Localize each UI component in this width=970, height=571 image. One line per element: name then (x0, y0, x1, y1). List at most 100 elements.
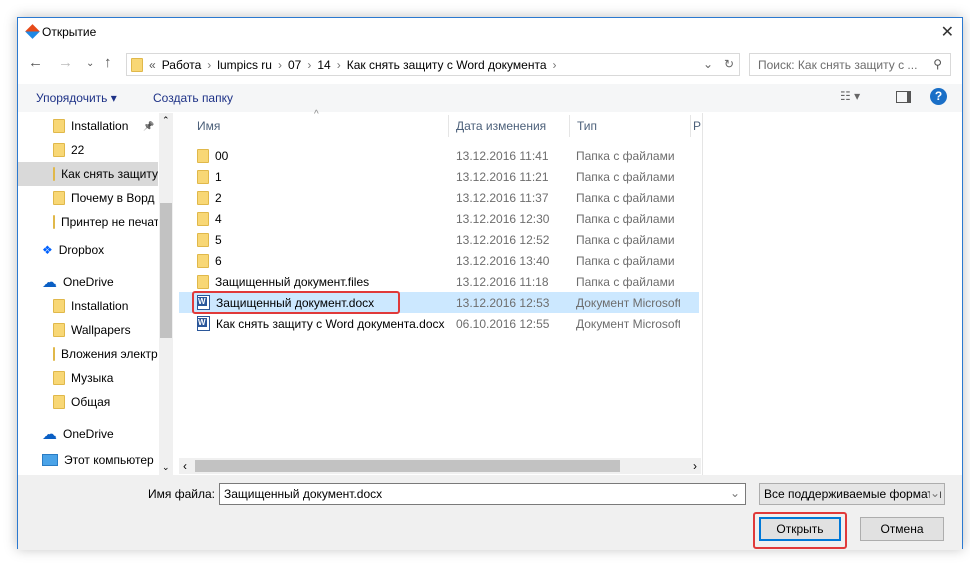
sidebar-item-label: 22 (71, 143, 85, 157)
file-name: Как снять защиту с Word документа.docx (216, 316, 445, 331)
preview-pane-icon[interactable] (896, 91, 911, 103)
sidebar-item[interactable]: Вложения электронной почты (18, 342, 158, 366)
folder-icon (53, 119, 65, 133)
onedrive-icon: ☁ (42, 426, 57, 443)
sidebar-item[interactable]: Принтер не печатает (18, 210, 158, 234)
file-type: Папка с файлами (576, 211, 675, 226)
sidebar-item[interactable]: Как снять защиту (18, 162, 158, 186)
folder-icon (53, 371, 65, 385)
window-title: Открытие (42, 25, 97, 39)
file-row[interactable]: Защищенный документ.files 13.12.2016 11:1… (179, 271, 699, 292)
scroll-thumb[interactable] (195, 460, 620, 472)
file-row[interactable]: 6 13.12.2016 13:40 Папка с файлами (179, 250, 699, 271)
sidebar-item[interactable]: ❖ Dropbox (18, 238, 158, 262)
cancel-button[interactable]: Отмена (860, 517, 944, 541)
pin-icon[interactable]: 📌 (143, 121, 154, 132)
file-name-cell: 1 (197, 169, 222, 184)
refresh-icon[interactable]: ↻ (724, 57, 734, 71)
file-name: 4 (215, 211, 222, 226)
file-date: 13.12.2016 12:53 (456, 295, 550, 310)
sidebar-item[interactable]: Installation 📌 (18, 114, 158, 138)
chevron-down-icon[interactable]: ⌄ (929, 486, 940, 500)
file-row[interactable]: 4 13.12.2016 12:30 Папка с файлами (179, 208, 699, 229)
file-row[interactable]: 1 13.12.2016 11:21 Папка с файлами (179, 166, 699, 187)
folder-icon (53, 323, 65, 337)
back-button[interactable]: ← (28, 54, 43, 71)
horizontal-scrollbar[interactable]: ‹ › (179, 458, 701, 474)
forward-button[interactable]: → (58, 54, 73, 71)
help-icon[interactable]: ? (930, 88, 947, 105)
scroll-left-icon[interactable]: ‹ (183, 459, 187, 473)
breadcrumb-item[interactable]: Как снять защиту с Word документа (347, 58, 547, 72)
breadcrumb-overflow[interactable]: « (149, 58, 156, 72)
breadcrumb-item[interactable]: 14 (317, 58, 330, 72)
file-name: 5 (215, 232, 222, 247)
sidebar-item[interactable]: ☁ OneDrive (18, 270, 158, 294)
organize-label: Упорядочить (36, 91, 108, 105)
scroll-up-icon[interactable]: ⌃ (162, 115, 170, 126)
file-name: 6 (215, 253, 222, 268)
sidebar-item-label: Wallpapers (71, 323, 131, 337)
sidebar-item[interactable]: Wallpapers (18, 318, 158, 342)
breadcrumb-item[interactable]: Работа (162, 58, 202, 72)
column-header-date[interactable]: Дата изменения (450, 115, 570, 137)
file-type: Папка с файлами (576, 232, 675, 247)
file-type-select[interactable]: Все поддерживаемые форматы ⌄ (759, 483, 945, 505)
sidebar-scrollbar[interactable]: ⌃ ⌄ (159, 113, 173, 475)
sidebar-item[interactable]: Общая (18, 390, 158, 414)
folder-icon (197, 190, 209, 205)
sidebar-item-label: Общая (71, 395, 111, 409)
word-document-icon (197, 316, 210, 331)
file-row[interactable]: Как снять защиту с Word документа.docx 06… (179, 313, 699, 334)
file-type: Папка с файлами (576, 253, 675, 268)
scroll-down-icon[interactable]: ⌄ (162, 462, 170, 473)
breadcrumb-item[interactable]: 07 (288, 58, 301, 72)
file-date: 13.12.2016 11:21 (456, 169, 549, 184)
recent-dropdown[interactable]: ⌄ (86, 58, 94, 69)
sidebar-item-label: Как снять защиту (61, 167, 158, 181)
navigation-pane: Installation 📌 22 Как снять защиту Почему в … (18, 113, 174, 475)
file-date: 13.12.2016 12:52 (456, 232, 550, 247)
bottom-panel: Имя файла: Защищенный документ.docx ⌄ Вс… (18, 475, 962, 550)
address-bar[interactable]: « Работа › lumpics ru › 07 › 14 › Как снять … (126, 53, 740, 76)
sidebar-item[interactable]: Музыка (18, 366, 158, 390)
sidebar-item[interactable]: ☁ OneDrive (18, 422, 158, 446)
file-row[interactable]: 2 13.12.2016 11:37 Папка с файлами (179, 187, 699, 208)
column-header-name[interactable]: Имя ^ (179, 109, 449, 137)
organize-button[interactable]: Упорядочить ▾ (36, 91, 117, 105)
sidebar-item[interactable]: Этот компьютер (18, 448, 158, 472)
column-header-type[interactable]: Тип (571, 115, 691, 137)
sidebar-item[interactable]: Installation (18, 294, 158, 318)
chevron-down-icon[interactable]: ⌄ (703, 57, 713, 71)
file-row[interactable]: 00 13.12.2016 11:41 Папка с файлами (179, 145, 699, 166)
folder-icon (197, 253, 209, 268)
file-date: 06.10.2016 12:55 (456, 316, 550, 331)
sidebar-item[interactable]: 22 (18, 138, 158, 162)
new-folder-button[interactable]: Создать папку (153, 91, 233, 105)
filename-label: Имя файла: (148, 487, 215, 501)
up-button[interactable]: ↑ (104, 54, 112, 71)
filename-input[interactable]: Защищенный документ.docx ⌄ (219, 483, 746, 505)
file-type: Документ Microsoft Word (576, 316, 680, 331)
file-name: 00 (215, 148, 229, 163)
sidebar-item[interactable]: Почему в Ворд (18, 186, 158, 210)
chevron-down-icon[interactable]: ⌄ (730, 486, 740, 500)
scroll-right-icon[interactable]: › (693, 459, 697, 473)
view-options-icon[interactable]: ☷ ▾ (840, 89, 860, 103)
search-placeholder: Поиск: Как снять защиту с ... (758, 58, 918, 72)
file-name-cell: 4 (197, 211, 222, 226)
close-button[interactable]: ✕ (941, 22, 954, 42)
breadcrumb-item[interactable]: lumpics ru (217, 58, 272, 72)
sort-ascending-icon: ^ (314, 109, 319, 120)
folder-icon (53, 143, 65, 157)
file-type: Папка с файлами (576, 274, 675, 289)
file-type: Папка с файлами (576, 169, 675, 184)
open-button[interactable]: Открыть (759, 517, 841, 541)
search-input[interactable]: Поиск: Как снять защиту с ... ⚲ (749, 53, 951, 76)
scroll-thumb[interactable] (160, 203, 172, 338)
sidebar-item-label: OneDrive (63, 275, 114, 289)
sidebar-item-label: Почему в Ворд (71, 191, 155, 205)
file-row[interactable]: 5 13.12.2016 12:52 Папка с файлами (179, 229, 699, 250)
column-header-size[interactable]: Р (693, 115, 701, 137)
file-name: 2 (215, 190, 222, 205)
